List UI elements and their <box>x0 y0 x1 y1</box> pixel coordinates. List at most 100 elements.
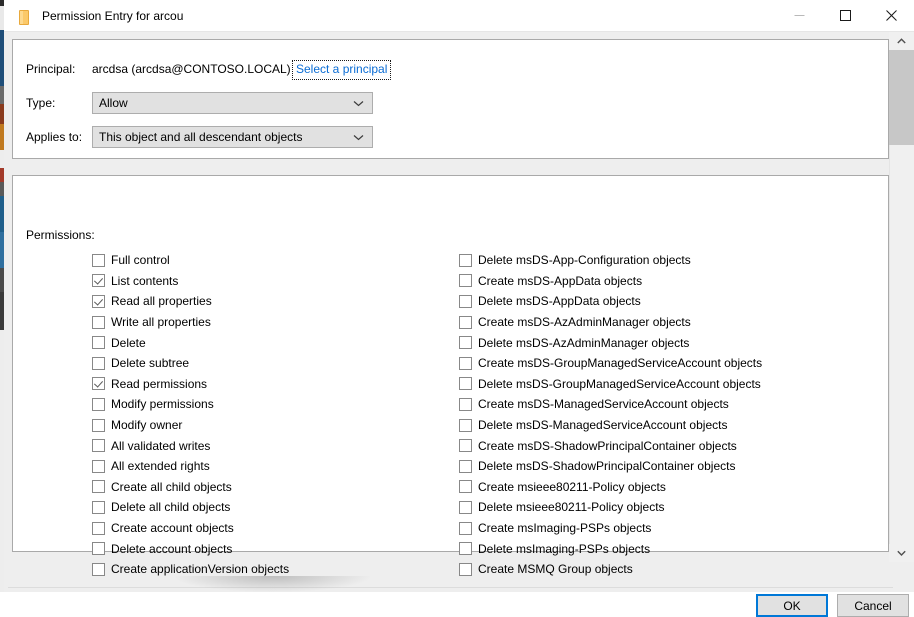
checkbox-unchecked[interactable] <box>459 274 472 288</box>
checkbox-unchecked[interactable] <box>92 418 105 432</box>
checkbox-unchecked[interactable] <box>459 253 472 267</box>
scroll-up-button[interactable] <box>889 32 914 50</box>
dialog-body: Principal: arcdsa (arcdsa@CONTOSO.LOCAL)… <box>4 32 914 617</box>
checkbox-unchecked[interactable] <box>459 356 472 370</box>
applies-to-dropdown-value: This object and all descendant objects <box>99 130 303 144</box>
window-controls <box>776 0 914 31</box>
checkbox-unchecked[interactable] <box>92 480 105 494</box>
scroll-down-button[interactable] <box>889 544 914 562</box>
checkbox-unchecked[interactable] <box>92 542 105 556</box>
permission-row[interactable]: Create msDS-AzAdminManager objects <box>459 312 879 333</box>
permission-row[interactable]: Delete msDS-AzAdminManager objects <box>459 332 879 353</box>
permission-row[interactable]: Delete msieee80211-Policy objects <box>459 497 879 518</box>
permission-row[interactable]: Delete all child objects <box>92 497 452 518</box>
checkbox-unchecked[interactable] <box>459 397 472 411</box>
minimize-icon <box>794 15 804 16</box>
close-button[interactable] <box>868 0 914 31</box>
permission-label: All validated writes <box>111 438 211 453</box>
permission-label: Create msImaging-PSPs objects <box>478 521 652 536</box>
permission-row[interactable]: Delete account objects <box>92 538 452 559</box>
checkbox-unchecked[interactable] <box>459 500 472 514</box>
checkbox-unchecked[interactable] <box>92 500 105 514</box>
checkbox-unchecked[interactable] <box>92 459 105 473</box>
permission-label: Delete account objects <box>111 541 233 556</box>
checkbox-unchecked[interactable] <box>459 315 472 329</box>
type-dropdown[interactable]: Allow <box>92 92 373 114</box>
vertical-scrollbar[interactable] <box>889 32 914 562</box>
permission-row[interactable]: List contents <box>92 271 452 292</box>
permission-row[interactable]: All validated writes <box>92 435 452 456</box>
checkbox-unchecked[interactable] <box>92 315 105 329</box>
permission-row[interactable]: Delete msDS-ManagedServiceAccount object… <box>459 415 879 436</box>
checkbox-unchecked[interactable] <box>92 521 105 535</box>
checkbox-unchecked[interactable] <box>459 562 472 576</box>
permission-row[interactable]: Modify owner <box>92 415 452 436</box>
permission-label: Delete msDS-AzAdminManager objects <box>478 335 690 350</box>
checkbox-unchecked[interactable] <box>92 336 105 350</box>
checkbox-checked[interactable] <box>92 274 105 288</box>
permission-row[interactable]: Create account objects <box>92 518 452 539</box>
permission-row[interactable]: Create msImaging-PSPs objects <box>459 518 879 539</box>
checkbox-unchecked[interactable] <box>92 397 105 411</box>
permission-label: Read permissions <box>111 376 208 391</box>
checkbox-unchecked[interactable] <box>459 377 472 391</box>
checkbox-checked[interactable] <box>92 377 105 391</box>
chevron-down-icon <box>353 100 364 106</box>
permission-row[interactable]: Delete <box>92 332 452 353</box>
minimize-button[interactable] <box>776 0 822 31</box>
permission-row[interactable]: Read permissions <box>92 374 452 395</box>
permission-row[interactable]: Create msDS-AppData objects <box>459 271 879 292</box>
permission-row[interactable]: All extended rights <box>92 456 452 477</box>
permission-row[interactable]: Create applicationVersion objects <box>92 559 452 580</box>
checkbox-unchecked[interactable] <box>92 562 105 576</box>
checkbox-unchecked[interactable] <box>459 294 472 308</box>
permission-row[interactable]: Create msieee80211-Policy objects <box>459 477 879 498</box>
type-label: Type: <box>26 96 56 110</box>
permission-row[interactable]: Create MSMQ Group objects <box>459 559 879 580</box>
permission-label: Delete <box>111 335 146 350</box>
permission-row[interactable]: Modify permissions <box>92 394 452 415</box>
permission-row[interactable]: Delete msDS-GroupManagedServiceAccount o… <box>459 374 879 395</box>
permission-label: Full control <box>111 253 170 268</box>
permission-row[interactable]: Delete msDS-ShadowPrincipalContainer obj… <box>459 456 879 477</box>
permission-row[interactable]: Write all properties <box>92 312 452 333</box>
permission-row[interactable]: Full control <box>92 250 452 271</box>
permission-row[interactable]: Delete msDS-AppData objects <box>459 291 879 312</box>
permission-row[interactable]: Delete msImaging-PSPs objects <box>459 538 879 559</box>
permissions-label: Permissions: <box>26 228 95 242</box>
permission-label: Create msDS-AppData objects <box>478 273 643 288</box>
checkbox-unchecked[interactable] <box>92 356 105 370</box>
maximize-button[interactable] <box>822 0 868 31</box>
checkbox-unchecked[interactable] <box>459 480 472 494</box>
applies-to-dropdown[interactable]: This object and all descendant objects <box>92 126 373 148</box>
permission-row[interactable]: Create msDS-ManagedServiceAccount object… <box>459 394 879 415</box>
permission-label: List contents <box>111 273 179 288</box>
checkbox-unchecked[interactable] <box>92 439 105 453</box>
folder-icon <box>16 8 32 25</box>
permission-row[interactable]: Create all child objects <box>92 477 452 498</box>
applies-to-label: Applies to: <box>26 130 83 144</box>
cancel-button[interactable]: Cancel <box>837 594 909 617</box>
checkbox-unchecked[interactable] <box>459 459 472 473</box>
permission-row[interactable]: Delete subtree <box>92 353 452 374</box>
checkbox-unchecked[interactable] <box>459 521 472 535</box>
checkbox-unchecked[interactable] <box>459 336 472 350</box>
permission-row[interactable]: Create msDS-GroupManagedServiceAccount o… <box>459 353 879 374</box>
close-icon <box>885 10 897 21</box>
permissions-left-column: Full control List contents Read all proper… <box>92 250 452 580</box>
checkbox-unchecked[interactable] <box>92 253 105 267</box>
permission-row[interactable]: Create msDS-ShadowPrincipalContainer obj… <box>459 435 879 456</box>
permission-label: Read all properties <box>111 294 212 309</box>
checkbox-unchecked[interactable] <box>459 439 472 453</box>
permission-row[interactable]: Read all properties <box>92 291 452 312</box>
permission-label: Create MSMQ Group objects <box>478 562 633 577</box>
ok-button[interactable]: OK <box>756 594 828 617</box>
checkbox-unchecked[interactable] <box>459 542 472 556</box>
checkbox-checked[interactable] <box>92 294 105 308</box>
permission-row[interactable]: Delete msDS-App-Configuration objects <box>459 250 879 271</box>
permission-label: Delete subtree <box>111 356 190 371</box>
checkbox-unchecked[interactable] <box>459 418 472 432</box>
scrollbar-thumb[interactable] <box>889 50 914 145</box>
select-a-principal-link[interactable]: Select a principal <box>292 60 392 80</box>
permission-label: Delete msDS-ManagedServiceAccount object… <box>478 418 728 433</box>
